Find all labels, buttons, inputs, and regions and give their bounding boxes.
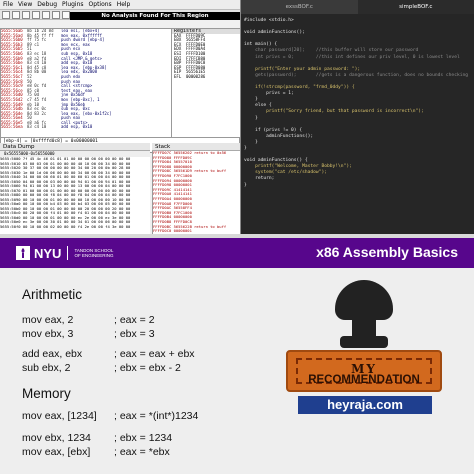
site-badge: heyraja.com [298, 396, 432, 414]
code-line: add eax, ebx ; eax = eax + ebx [22, 348, 195, 360]
menu-plugins[interactable]: Plugins [62, 1, 84, 8]
asm-instruction: mov ebx, 3 [22, 328, 74, 340]
register-row[interactable]: EFL 00000286 [172, 73, 240, 80]
step-into-icon[interactable] [42, 10, 50, 19]
asm-comment: ; ebx = ebx - 2 [114, 362, 181, 374]
recommendation-stamp: MY RECOMMENDATION [286, 350, 442, 392]
open-icon[interactable] [2, 10, 10, 19]
code-area[interactable]: #include <stdio.h> void adminFunctions();… [241, 14, 474, 193]
assembly-slide: NYU TANDON SCHOOL OF ENGINEERING x86 Ass… [0, 238, 474, 474]
data-dump-label: Data Dump [3, 144, 35, 150]
stack-label: Stack [155, 144, 171, 150]
register-value: 00000286 [186, 73, 206, 79]
stack-title: Stack [152, 143, 240, 151]
debugger-window: File View Debug Plugins Options Help No … [0, 0, 241, 234]
menu-bar: File View Debug Plugins Options Help [0, 0, 240, 10]
torch-icon [16, 246, 30, 260]
slide-banner: NYU TANDON SCHOOL OF ENGINEERING x86 Ass… [0, 238, 474, 268]
register-name: EFL [174, 73, 182, 79]
disasm-address: 5655:56ea [1, 124, 23, 130]
tab-exssbof[interactable]: exssBOF.c [241, 0, 358, 14]
stamp-text-recommendation: RECOMMENDATION [308, 374, 420, 386]
stamp-neck [352, 316, 376, 338]
stamp-handle [335, 280, 393, 320]
section-heading-memory: Memory [22, 386, 71, 401]
menu-debug[interactable]: Debug [37, 1, 57, 8]
menu-file[interactable]: File [3, 1, 13, 8]
code-line: mov eax, [1234] ; eax = *(int*)1234 [22, 410, 198, 422]
code-line: } [244, 182, 247, 188]
editor-tabs: exssBOF.c simpleBOF.c [241, 0, 474, 14]
asm-comment: ; eax = eax + ebx [114, 348, 195, 360]
school-name: TANDON SCHOOL OF ENGINEERING [74, 248, 113, 259]
disasm-instruction: add esp, 0x10 [61, 124, 93, 130]
asm-comment: ; ebx = 3 [114, 328, 155, 340]
code-line: mov eax, [ebx] ; eax = *ebx [22, 446, 170, 458]
stack-row[interactable]: FFFFD0C0 00000001 [153, 228, 240, 234]
code-line: mov eax, 2 ; eax = 2 [22, 314, 155, 326]
code-line: int privs = 0; //this int defines our pr… [244, 54, 460, 60]
code-line: gets(password); //gets is a dangerous fu… [244, 72, 469, 78]
asm-instruction: add eax, ebx [22, 348, 83, 360]
restart-icon[interactable] [12, 10, 20, 19]
data-dump-view[interactable]: 5655:5000 7f 45 4c 46 01 01 01 00 00 00 … [0, 157, 150, 234]
nyu-logo: NYU TANDON SCHOOL OF ENGINEERING [16, 246, 113, 261]
disasm-bytes: 83 c4 10 [27, 124, 47, 130]
asm-comment: ; ebx = 1234 [114, 432, 173, 444]
asm-comment: ; eax = 2 [114, 314, 155, 326]
asm-instruction: sub ebx, 2 [22, 362, 71, 374]
code-line: sub ebx, 2 ; ebx = ebx - 2 [22, 362, 181, 374]
dump-row[interactable]: 5655:50f0 00 10 00 00 02 00 00 00 f4 2e … [0, 224, 150, 230]
tab-simplebof[interactable]: simpleBOF.c [357, 0, 474, 14]
stop-icon[interactable] [62, 10, 70, 19]
asm-instruction: mov eax, 2 [22, 314, 74, 326]
nyu-wordmark: NYU [34, 245, 62, 261]
slide-title: x86 Assembly Basics [316, 244, 458, 260]
code-editor: exssBOF.c simpleBOF.c #include <stdio.h>… [241, 0, 474, 234]
no-analysis-banner: No Analysis Found For This Region [70, 12, 240, 20]
logo-divider [67, 246, 69, 260]
dump-range: 0x56555000-0x56556000 [4, 151, 55, 156]
asm-instruction: mov ebx, 1234 [22, 432, 91, 444]
school-line: OF ENGINEERING [74, 253, 114, 258]
menu-help[interactable]: Help [117, 1, 131, 8]
section-heading-arithmetic: Arithmetic [22, 287, 83, 302]
step-over-icon[interactable] [52, 10, 60, 19]
registers-panel[interactable]: Registers EAX FFFFD09C EBX 56558FF4 ECX FFFFD… [171, 28, 240, 138]
pause-icon[interactable] [32, 10, 40, 19]
code-line: mov ebx, 1234 ; ebx = 1234 [22, 432, 172, 444]
menu-view[interactable]: View [18, 1, 32, 8]
asm-comment: ; eax = *(int*)1234 [114, 410, 199, 422]
asm-instruction: mov eax, [1234] [22, 410, 97, 422]
asm-comment: ; eax = *ebx [114, 446, 170, 458]
stamp-collar [340, 336, 388, 348]
run-icon[interactable] [22, 10, 30, 19]
code-line: mov ebx, 3 ; ebx = 3 [22, 328, 155, 340]
menu-options[interactable]: Options [89, 1, 112, 8]
disassembly-view[interactable]: 5655:56ab 8b 1b 2d 8d lea esi, [ebx+4] 5655… [0, 28, 172, 138]
data-dump-title: Data Dump [0, 143, 150, 151]
disasm-row[interactable]: 5655:56ea 83 c4 10 add esp, 0x10 [1, 125, 171, 130]
stack-view[interactable]: FFFFD07C 56556202 return to 0x56 FFFFD080… [152, 151, 240, 234]
asm-instruction: mov eax, [ebx] [22, 446, 91, 458]
stamp-border: MY RECOMMENDATION [296, 358, 432, 386]
